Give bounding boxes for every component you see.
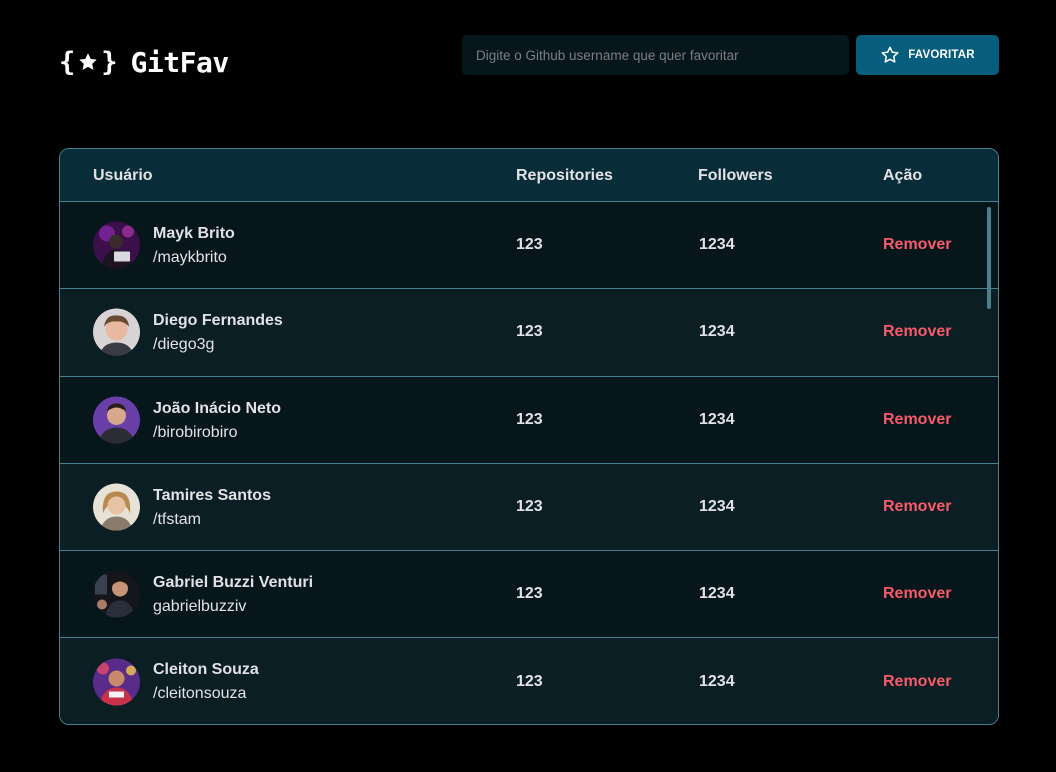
remove-button[interactable]: Remover (883, 411, 951, 429)
user-login[interactable]: /maykbrito (153, 249, 227, 267)
column-header-user: Usuário (93, 167, 153, 184)
followers-count: 1234 (699, 323, 735, 341)
remove-button[interactable]: Remover (883, 498, 951, 516)
remove-button[interactable]: Remover (883, 673, 951, 691)
followers-count: 1234 (699, 585, 735, 603)
avatar (93, 483, 140, 531)
table-body[interactable]: Mayk Brito /maykbrito 123 1234 Remover D… (60, 202, 998, 724)
avatar (93, 658, 140, 706)
avatar (93, 221, 140, 269)
repositories-count: 123 (516, 498, 543, 516)
star-outline-icon (881, 46, 899, 63)
user-name: João Inácio Neto (153, 399, 282, 417)
user-login[interactable]: gabrielbuzziv (153, 598, 246, 616)
column-header-followers: Followers (698, 167, 773, 184)
user-name: Diego Fernandes (153, 312, 283, 330)
table-row: Diego Fernandes /diego3g 123 1234 Remove… (60, 289, 998, 377)
repositories-count: 123 (516, 585, 543, 603)
user-login[interactable]: /tfstam (153, 511, 201, 529)
table-row: Cleiton Souza /cleitonsouza 123 1234 Rem… (60, 638, 998, 724)
avatar (93, 308, 140, 356)
user-name: Gabriel Buzzi Venturi (153, 574, 314, 592)
favorite-button-label: FAVORITAR (908, 49, 975, 61)
user-login[interactable]: /birobirobiro (153, 424, 237, 442)
avatar (93, 396, 140, 444)
table-row: Gabriel Buzzi Venturi gabrielbuzziv 123 … (60, 551, 998, 639)
gitfav-page: { } GitFav FAVORITAR Usuário Repositorie… (0, 0, 1056, 772)
favorites-table: Usuário Repositories Followers Ação Mayk… (59, 148, 999, 725)
user-name: Mayk Brito (153, 225, 235, 242)
column-header-repositories: Repositories (516, 167, 613, 184)
search-input[interactable] (462, 35, 849, 75)
remove-button[interactable]: Remover (883, 585, 951, 603)
repositories-count: 123 (516, 236, 543, 254)
table-row: Tamires Santos /tfstam 123 1234 Remover (60, 463, 998, 552)
avatar (93, 570, 140, 618)
user-login[interactable]: /cleitonsouza (153, 685, 246, 703)
column-header-action: Ação (883, 167, 923, 184)
star-braces-icon: { } (59, 46, 118, 78)
table-row: Mayk Brito /maykbrito 123 1234 Remover (60, 202, 998, 290)
logo-text: GitFav (130, 45, 230, 79)
repositories-count: 123 (516, 673, 543, 691)
scrollbar[interactable] (987, 207, 991, 309)
user-name: Tamires Santos (153, 486, 271, 504)
logo: { } GitFav (59, 44, 229, 80)
followers-count: 1234 (699, 673, 735, 691)
repositories-count: 123 (516, 410, 543, 428)
repositories-count: 123 (516, 323, 543, 341)
favorite-button[interactable]: FAVORITAR (856, 35, 999, 75)
table-row: João Inácio Neto /birobirobiro 123 1234 … (60, 376, 998, 464)
user-login[interactable]: /diego3g (153, 336, 214, 354)
followers-count: 1234 (699, 236, 735, 254)
followers-count: 1234 (699, 410, 735, 428)
user-name: Cleiton Souza (153, 661, 259, 679)
table-header: Usuário Repositories Followers Ação (60, 149, 998, 202)
followers-count: 1234 (699, 498, 735, 516)
remove-button[interactable]: Remover (883, 323, 951, 341)
remove-button[interactable]: Remover (883, 236, 951, 254)
